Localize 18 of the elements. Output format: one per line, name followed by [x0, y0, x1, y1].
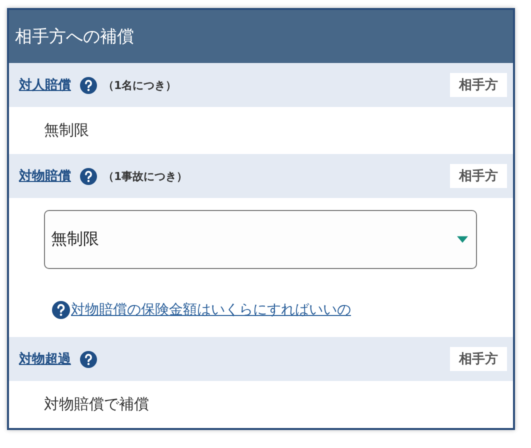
party-tag: 相手方	[450, 73, 507, 97]
help-icon[interactable]	[80, 350, 97, 368]
coverage-link[interactable]: 対物超過	[19, 350, 71, 368]
panel-title: 相手方への補償	[15, 26, 134, 48]
help-link[interactable]: 対物賠償の保険金額はいくらにすればいいの	[71, 301, 351, 319]
help-icon[interactable]	[80, 168, 97, 184]
note-text: （1事故につき）	[103, 168, 188, 184]
help-icon	[52, 301, 70, 319]
note-text: （1名につき）	[103, 78, 177, 92]
coverage-value: 対物賠償で補償	[43, 394, 150, 415]
amount-dropdown[interactable]: 無制限	[44, 210, 477, 269]
coverage-value: 無制限	[43, 120, 90, 141]
party-tag: 相手方	[450, 164, 507, 188]
party-tag: 相手方	[450, 347, 507, 371]
caret-icon	[457, 236, 468, 243]
help-icon[interactable]	[80, 76, 97, 94]
coverage-link[interactable]: 対人賠償	[19, 76, 71, 94]
coverage-link[interactable]: 対物賠償	[19, 167, 71, 185]
